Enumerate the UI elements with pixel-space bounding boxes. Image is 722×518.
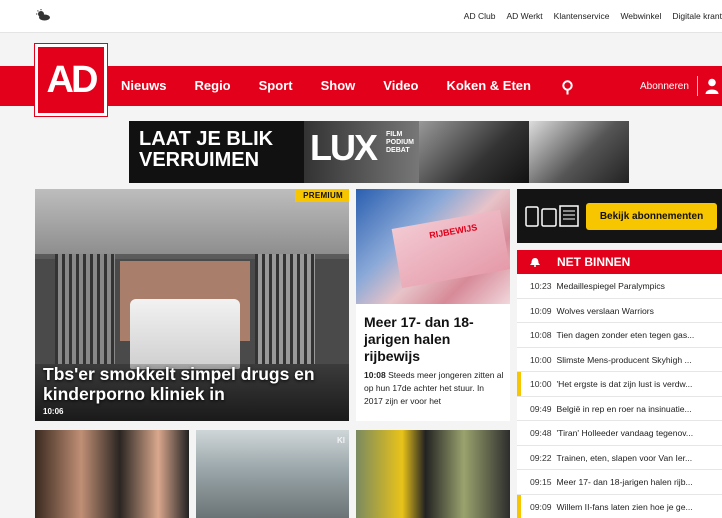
net-binnen-time: 10:09 <box>530 305 552 316</box>
nav-item-sport[interactable]: Sport <box>259 78 293 93</box>
net-binnen-time: 10:08 <box>530 330 552 340</box>
net-binnen-item[interactable]: 09:22 Trainen, eten, slapen voor Van Ier.… <box>517 445 722 470</box>
top-link-ad-werkt[interactable]: AD Werkt <box>506 11 542 21</box>
license-card-text: RIJBEWIJS <box>428 222 478 241</box>
net-binnen-time: 09:22 <box>530 452 552 463</box>
net-binnen-time: 09:49 <box>530 403 552 414</box>
site-logo[interactable]: AD <box>35 44 107 116</box>
net-binnen-title-text: Medaillespiegel Paralympics <box>556 281 665 291</box>
banner-photo-1 <box>419 121 529 183</box>
user-icon[interactable] <box>705 78 719 94</box>
devices-icon <box>525 205 579 227</box>
net-binnen-item-highlighted[interactable]: 10:00 'Het ergste is dat zijn lust is ver… <box>517 372 722 397</box>
net-binnen-item[interactable]: 09:49 België in rep en roer na insinuatie… <box>517 396 722 421</box>
alarm-icon <box>530 258 540 267</box>
net-binnen-title-text: Trainen, eten, slapen voor Van Ier... <box>556 452 693 463</box>
subscribe-link[interactable]: Abonneren <box>640 81 689 92</box>
lead-photo-gate-right <box>255 254 315 364</box>
article-rijbewijs[interactable]: RIJBEWIJS Meer 17- dan 18-jarigen halen … <box>356 189 510 421</box>
net-binnen-title-text: Wolves verslaan Warriors <box>556 305 654 316</box>
banner-subtitle: FILM PODIUM DEBAT <box>386 131 414 155</box>
net-binnen-time: 09:09 <box>530 501 552 512</box>
net-binnen-title-text: Willem II-fans laten zien hoe je ge... <box>556 501 693 512</box>
net-binnen-item[interactable]: 09:48 'Tiran' Holleeder vandaag tegenov..… <box>517 421 722 446</box>
thumbnail-2-label: Kl <box>337 436 345 445</box>
article-thumbnail-1[interactable] <box>35 430 189 518</box>
search-icon[interactable] <box>561 80 574 95</box>
top-link-ad-club[interactable]: AD Club <box>464 11 496 21</box>
main-nav-items: Nieuws Regio Sport Show Video Koken & Et… <box>121 78 559 93</box>
net-binnen-item[interactable]: 10:00 Slimste Mens-producent Skyhigh ... <box>517 347 722 372</box>
lead-photo-gate-left <box>55 254 115 364</box>
net-binnen-title-text: 'Het ergste is dat zijn lust is verdw... <box>556 379 693 389</box>
banner-headline: LAAT JE BLIK VERRUIMEN <box>129 121 304 183</box>
net-binnen-item[interactable]: 10:08 Tien dagen zonder eten tegen gas... <box>517 323 722 348</box>
top-link-digitale-krant[interactable]: Digitale krant <box>672 11 722 21</box>
banner-sub-line2: PODIUM <box>386 139 414 146</box>
nav-item-nieuws[interactable]: Nieuws <box>121 78 167 93</box>
top-link-webwinkel[interactable]: Webwinkel <box>620 11 661 21</box>
lux-banner-ad[interactable]: LAAT JE BLIK VERRUIMEN LUX FILM PODIUM D… <box>129 121 629 183</box>
top-links: AD Club AD Werkt Klantenservice Webwinke… <box>464 11 722 21</box>
article-rijbewijs-image: RIJBEWIJS <box>356 189 510 304</box>
lead-time: 10:06 <box>43 407 64 416</box>
net-binnen-time: 10:00 <box>530 354 552 365</box>
lead-title[interactable]: Tbs'er smokkelt simpel drugs en kinderpo… <box>43 364 343 404</box>
nav-item-koken-eten[interactable]: Koken & Eten <box>446 78 531 93</box>
net-binnen-title-text: Meer 17- dan 18-jarigen halen rijb... <box>556 477 693 487</box>
article-thumbnail-3[interactable] <box>356 430 510 518</box>
net-binnen-item-highlighted[interactable]: 09:09 Willem II-fans laten zien hoe je ge… <box>517 494 722 518</box>
nav-divider <box>697 76 698 96</box>
lead-photo-van <box>130 299 240 369</box>
article-rijbewijs-intro: 10:08 Steeds meer jongeren zitten al op … <box>364 369 504 408</box>
top-link-klantenservice[interactable]: Klantenservice <box>554 11 610 21</box>
net-binnen-time: 09:15 <box>530 477 552 487</box>
net-binnen-time: 10:23 <box>530 281 552 291</box>
banner-lux-panel: LUX FILM PODIUM DEBAT <box>304 121 419 183</box>
cloud-sun-icon <box>36 9 50 21</box>
license-card: RIJBEWIJS <box>391 209 510 289</box>
nav-item-regio[interactable]: Regio <box>195 78 231 93</box>
nav-item-show[interactable]: Show <box>321 78 356 93</box>
banner-headline-line2: VERRUIMEN <box>139 149 260 171</box>
net-binnen-title: NET BINNEN <box>557 255 631 269</box>
net-binnen-item[interactable]: 10:09 Wolves verslaan Warriors <box>517 298 722 323</box>
view-subscriptions-button[interactable]: Bekijk abonnementen <box>586 203 717 230</box>
banner-headline-line1: LAAT JE BLIK <box>139 128 274 150</box>
net-binnen-header: NET BINNEN <box>517 250 722 274</box>
net-binnen-item[interactable]: 10:23 Medaillespiegel Paralympics <box>517 274 722 299</box>
net-binnen-time: 10:00 <box>530 379 552 389</box>
article-rijbewijs-title[interactable]: Meer 17- dan 18-jarigen halen rijbewijs <box>364 314 504 365</box>
logo-text: AD <box>46 58 99 101</box>
banner-sub-line3: DEBAT <box>386 147 410 154</box>
premium-badge: PREMIUM <box>295 189 349 202</box>
net-binnen-title-text: België in rep en roer na insinuatie... <box>556 403 692 414</box>
net-binnen-list: 10:23 Medaillespiegel Paralympics 10:09 Wo… <box>517 274 722 518</box>
net-binnen-title-text: Tien dagen zonder eten tegen gas... <box>556 330 695 340</box>
banner-sub-line1: FILM <box>386 131 403 138</box>
nav-item-video[interactable]: Video <box>383 78 418 93</box>
page: AD Club AD Werkt Klantenservice Webwinke… <box>0 0 722 518</box>
net-binnen-title-text: 'Tiran' Holleeder vandaag tegenov... <box>556 428 694 438</box>
banner-brand: LUX <box>310 127 378 168</box>
net-binnen-time: 09:48 <box>530 428 552 438</box>
banner-photo-2 <box>529 121 629 183</box>
net-binnen-item[interactable]: 09:15 Meer 17- dan 18-jarigen halen rijb.… <box>517 470 722 495</box>
article-thumbnail-2[interactable]: Kl <box>196 430 349 518</box>
article-rijbewijs-time: 10:08 <box>364 370 386 380</box>
top-utility-bar: AD Club AD Werkt Klantenservice Webwinke… <box>0 0 722 33</box>
lead-article[interactable]: PREMIUM Tbs'er smokkelt simpel drugs en … <box>35 189 349 421</box>
net-binnen-title-text: Slimste Mens-producent Skyhigh ... <box>556 354 692 365</box>
